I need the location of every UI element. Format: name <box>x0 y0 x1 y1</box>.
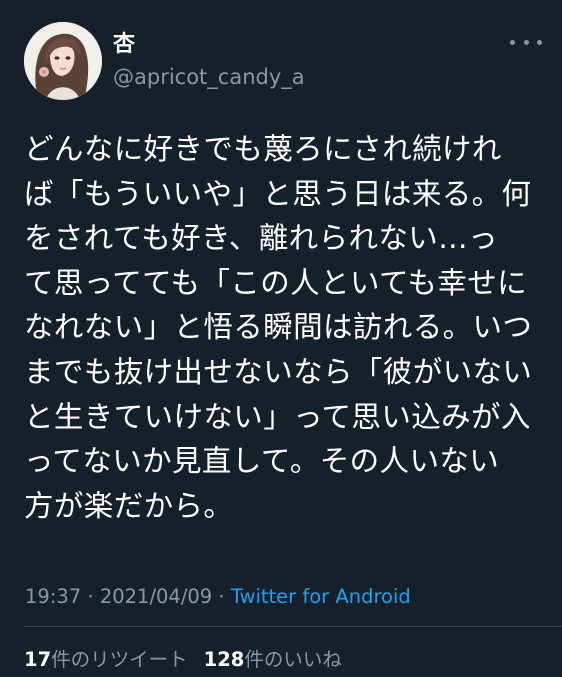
tweet-date[interactable]: 2021/04/09 <box>100 585 212 608</box>
divider <box>24 626 562 627</box>
more-dot <box>510 39 515 45</box>
display-name[interactable]: 杏 <box>113 32 135 58</box>
likes-label: 件のいいね <box>244 648 342 671</box>
avatar[interactable] <box>24 22 102 100</box>
tweet-text-line: ば「もういいや」と思う日は来る。何 <box>24 176 532 211</box>
tweet-text-line: どんなに好きでも蔑ろにされ続けれ <box>24 132 502 166</box>
tweet-text-line: 方が楽だから。 <box>24 488 234 523</box>
likes-count: 128 <box>203 648 245 671</box>
tweet-text-line: をされても好き、離れられない…っ <box>24 221 498 256</box>
retweets-count: 17 <box>24 648 52 671</box>
tweet-text-line: なれない」と悟る瞬間は訪れる。いつ <box>24 310 533 345</box>
tweet-header: 杏 @apricot_candy_a <box>24 22 542 102</box>
meta-separator: · <box>87 585 94 608</box>
user-handle[interactable]: @apricot_candy_a <box>113 64 305 90</box>
more-dot <box>537 39 542 45</box>
more-horizontal-icon[interactable] <box>510 30 542 54</box>
tweet-text-line: までも抜け出せないなら「彼がいない <box>24 354 533 389</box>
tweet-text-line: て思ってても「この人といても幸せに <box>24 265 527 300</box>
meta-separator: · <box>218 585 225 608</box>
retweets-label: 件のリツイート <box>51 648 188 671</box>
tweet-time[interactable]: 19:37 <box>25 585 81 608</box>
likes-stat[interactable]: 128件のいいね <box>204 648 342 671</box>
avatar-illustration-icon <box>24 22 102 100</box>
tweet-text: どんなに好きでも蔑ろにされ続けれ ば「もういいや」と思う日は来る。何 をされても… <box>24 127 544 528</box>
tweet-text-line: と生きていけない」って思い込みが入 <box>24 399 531 434</box>
tweet-text-line: ってないか見直して。その人いない <box>24 444 500 479</box>
more-dot <box>523 39 529 45</box>
tweet-meta: 19:37 · 2021/04/09 · Twitter for Android <box>25 584 411 610</box>
tweet-stats: 17件のリツイート 128件のいいね <box>24 647 342 673</box>
tweet-source-link[interactable]: Twitter for Android <box>231 585 411 608</box>
retweets-stat[interactable]: 17件のリツイート <box>24 648 188 671</box>
